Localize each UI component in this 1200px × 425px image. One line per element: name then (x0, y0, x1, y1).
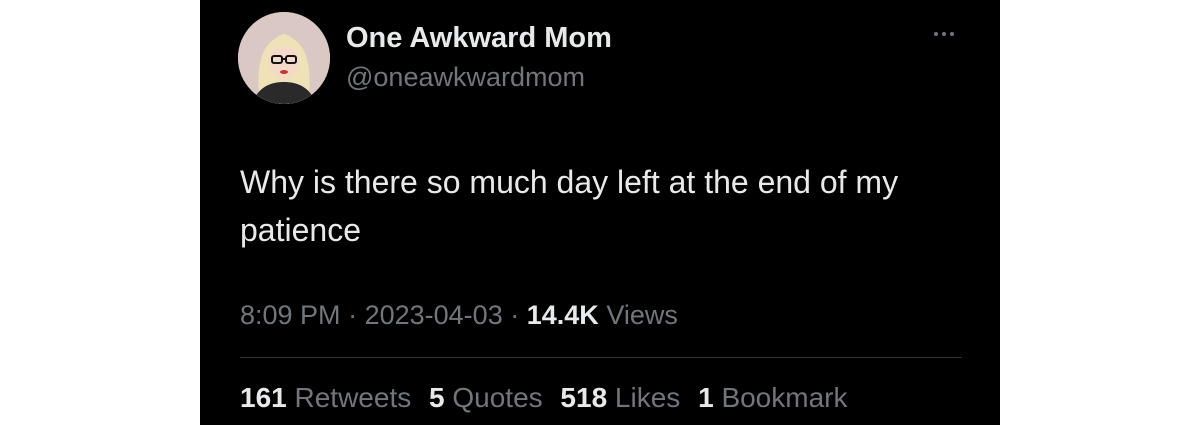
dot (934, 32, 938, 36)
divider (240, 357, 962, 358)
dot (942, 32, 946, 36)
dot (950, 32, 954, 36)
separator: · (510, 300, 520, 330)
views-count: 14.4K (526, 300, 599, 330)
tweet-meta: 8:09 PM · 2023-04-03 · 14.4K Views (240, 300, 678, 331)
retweets-label: Retweets (294, 382, 412, 413)
retweets-stat[interactable]: 161 Retweets (240, 382, 411, 413)
separator: · (348, 300, 358, 330)
tweet-date[interactable]: 2023-04-03 (365, 300, 503, 330)
likes-label: Likes (614, 382, 681, 413)
more-options-icon[interactable] (926, 24, 962, 44)
likes-count: 518 (560, 382, 608, 413)
tweet-time[interactable]: 8:09 PM (240, 300, 341, 330)
quotes-count: 5 (429, 382, 445, 413)
views-label: Views (606, 300, 678, 330)
quotes-label: Quotes (452, 382, 543, 413)
bookmarks-stat[interactable]: 1 Bookmark (698, 382, 847, 413)
avatar[interactable] (238, 12, 330, 104)
engagement-stats: 161 Retweets 5 Quotes 518 Likes 1 Bookma… (240, 382, 857, 414)
likes-stat[interactable]: 518 Likes (560, 382, 680, 413)
user-handle[interactable]: @oneawkwardmom (346, 62, 585, 93)
display-name[interactable]: One Awkward Mom (346, 22, 612, 55)
tweet-text: Why is there so much day left at the end… (240, 164, 899, 248)
bookmarks-count: 1 (698, 382, 714, 413)
avatar-illustration (238, 12, 330, 104)
retweets-count: 161 (240, 382, 287, 413)
quotes-stat[interactable]: 5 Quotes (429, 382, 543, 413)
bookmarks-label: Bookmark (721, 382, 848, 413)
